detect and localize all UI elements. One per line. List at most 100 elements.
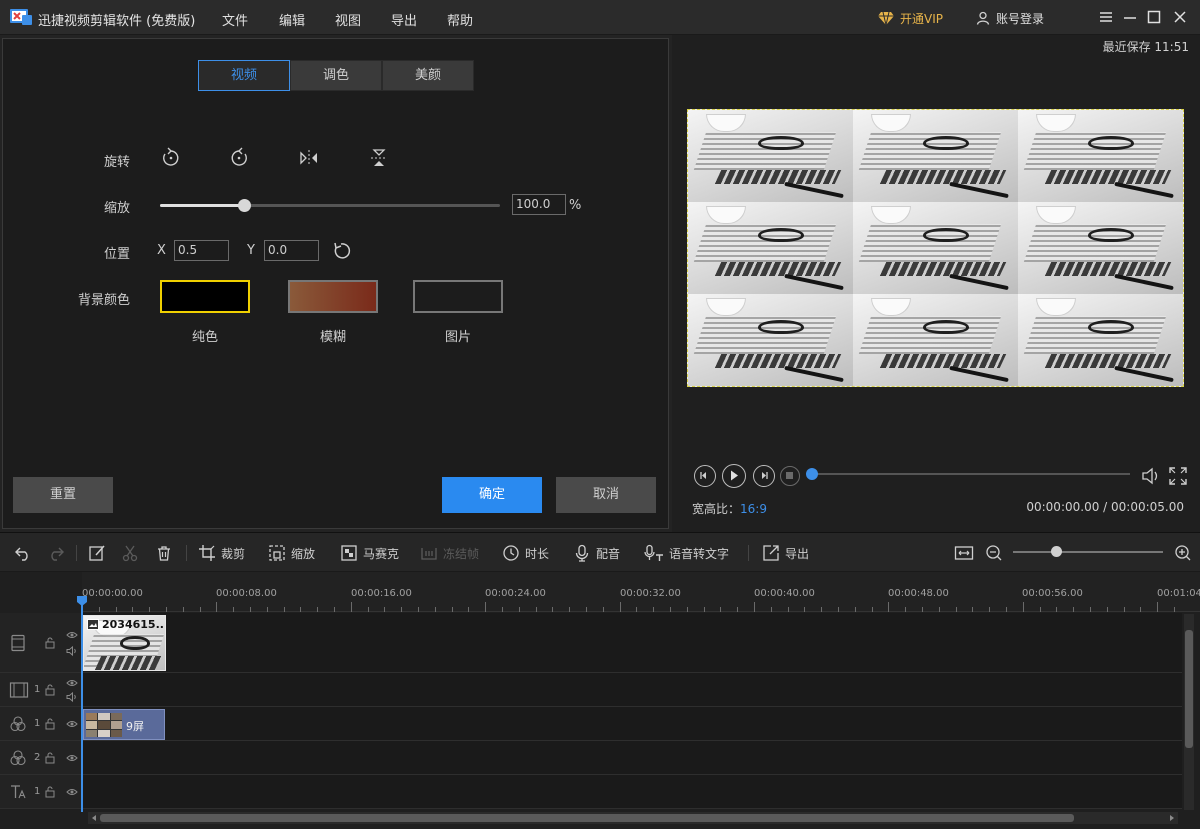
tab-video[interactable]: 视频	[198, 60, 290, 91]
duration-button[interactable]: 时长	[502, 543, 549, 563]
app-logo-icon	[10, 8, 32, 26]
previous-frame-icon[interactable]	[694, 465, 716, 487]
rotate-left-icon[interactable]	[160, 147, 182, 169]
tab-color[interactable]: 调色	[290, 60, 382, 91]
export-button[interactable]: 导出	[762, 543, 809, 563]
volume-icon[interactable]	[1140, 465, 1162, 487]
flip-horizontal-icon[interactable]	[298, 147, 320, 169]
mosaic-button[interactable]: 马赛克	[340, 543, 399, 563]
maximize-icon[interactable]	[1146, 9, 1162, 25]
preview-tile	[688, 110, 853, 202]
track-row-film: 1	[0, 673, 1182, 707]
delete-icon[interactable]	[155, 543, 173, 563]
bg-image-swatch[interactable]	[413, 280, 503, 313]
preview-tile	[1018, 294, 1183, 386]
cancel-button[interactable]: 取消	[556, 477, 656, 513]
x-input[interactable]: 0.5	[174, 240, 229, 261]
fit-timeline-icon[interactable]	[954, 543, 974, 563]
eye-icon[interactable]	[66, 718, 78, 730]
preview-canvas[interactable]	[687, 109, 1184, 387]
speech-to-text-icon	[644, 544, 664, 562]
play-icon[interactable]	[722, 464, 746, 488]
zoom-slider-handle[interactable]	[238, 199, 251, 212]
flip-vertical-icon[interactable]	[368, 147, 390, 169]
redo-icon[interactable]	[47, 543, 65, 563]
zoom-label: 缩放	[103, 201, 130, 216]
track-number: 1	[34, 718, 41, 729]
split-icon[interactable]	[121, 543, 139, 563]
track-row-main-video	[0, 613, 1182, 673]
scroll-right-icon[interactable]	[1168, 814, 1176, 822]
undo-icon[interactable]	[14, 543, 32, 563]
lock-icon[interactable]	[44, 786, 56, 798]
speaker-icon[interactable]	[66, 645, 78, 657]
timeline-zoom-handle[interactable]	[1051, 546, 1062, 557]
effect-clip-label: 9屏	[126, 720, 144, 733]
horizontal-scrollbar-thumb[interactable]	[100, 814, 1074, 822]
video-clip-label: 2034615...	[87, 618, 165, 631]
eye-icon[interactable]	[66, 752, 78, 764]
freeze-frame-button[interactable]: 冻结帧	[420, 543, 479, 563]
stop-icon[interactable]	[780, 466, 800, 486]
menu-edit[interactable]: 编辑	[279, 10, 305, 29]
vip-button[interactable]: 开通VIP	[878, 9, 943, 27]
playback-progress-handle[interactable]	[806, 468, 818, 480]
eye-icon[interactable]	[66, 629, 78, 641]
menu-icon[interactable]	[1098, 9, 1114, 25]
y-input[interactable]: 0.0	[264, 240, 319, 261]
rotate-right-icon[interactable]	[228, 147, 250, 169]
lock-icon[interactable]	[44, 752, 56, 764]
eye-icon[interactable]	[66, 677, 78, 689]
track-body[interactable]	[82, 775, 1182, 808]
timeline-zoom-track[interactable]	[1013, 551, 1163, 553]
dub-button[interactable]: 配音	[573, 543, 620, 563]
track-body[interactable]	[82, 613, 1182, 672]
speech-to-text-button[interactable]: 语音转文字	[644, 543, 729, 563]
close-icon[interactable]	[1172, 9, 1188, 25]
text-track-icon	[9, 783, 27, 801]
bg-solid-swatch[interactable]	[160, 280, 250, 313]
title-bar: 迅捷视频剪辑软件 (免费版) 文件 编辑 视图 导出 帮助 开通VIP 账号登录	[0, 0, 1200, 35]
effects-track-icon	[9, 749, 27, 767]
tab-beauty[interactable]: 美颜	[382, 60, 474, 91]
minimize-icon[interactable]	[1122, 9, 1138, 25]
menu-file[interactable]: 文件	[222, 10, 248, 29]
eye-icon[interactable]	[66, 786, 78, 798]
track-body[interactable]	[82, 741, 1182, 774]
lock-icon[interactable]	[44, 684, 56, 696]
diamond-icon	[878, 11, 894, 25]
speaker-icon[interactable]	[66, 691, 78, 703]
zoom-in-icon[interactable]	[1174, 543, 1192, 563]
playhead[interactable]	[81, 598, 83, 812]
vertical-scrollbar-thumb[interactable]	[1185, 630, 1193, 748]
zoom-out-icon[interactable]	[985, 543, 1003, 563]
lock-icon[interactable]	[44, 718, 56, 730]
track-body[interactable]	[82, 707, 1182, 740]
next-frame-icon[interactable]	[753, 465, 775, 487]
zoom-input[interactable]: 100.0	[512, 194, 566, 215]
ruler-label: 00:00:24.00	[485, 588, 546, 599]
confirm-button[interactable]: 确定	[442, 477, 542, 513]
zoom-button[interactable]: 缩放	[268, 543, 315, 563]
speech-to-text-label: 语音转文字	[669, 546, 730, 561]
menu-view[interactable]: 视图	[335, 10, 361, 29]
login-button[interactable]: 账号登录	[976, 9, 1044, 27]
playback-progress-track[interactable]	[812, 473, 1130, 475]
track-header: 1	[0, 775, 82, 808]
fullscreen-icon[interactable]	[1168, 466, 1188, 486]
reset-position-icon[interactable]	[331, 240, 353, 262]
scroll-left-icon[interactable]	[90, 814, 98, 822]
track-body[interactable]	[82, 673, 1182, 706]
bg-blur-swatch[interactable]	[288, 280, 378, 313]
menu-export[interactable]: 导出	[391, 10, 417, 29]
reset-button[interactable]: 重置	[13, 477, 113, 513]
menu-help[interactable]: 帮助	[447, 10, 473, 29]
effect-clip[interactable]: 9屏	[83, 709, 165, 740]
edit-icon[interactable]	[88, 543, 106, 563]
aspect-ratio[interactable]: 宽高比：16:9	[692, 500, 767, 517]
property-panel: 视频 调色 美颜 旋转 缩放 100.0 % 位置 X 0.5 Y 0.0 背景…	[2, 38, 669, 529]
video-clip[interactable]: 2034615...	[83, 615, 166, 671]
lock-icon[interactable]	[44, 637, 56, 649]
aspect-ratio-value[interactable]: 16:9	[740, 502, 767, 516]
crop-button[interactable]: 裁剪	[198, 543, 245, 563]
